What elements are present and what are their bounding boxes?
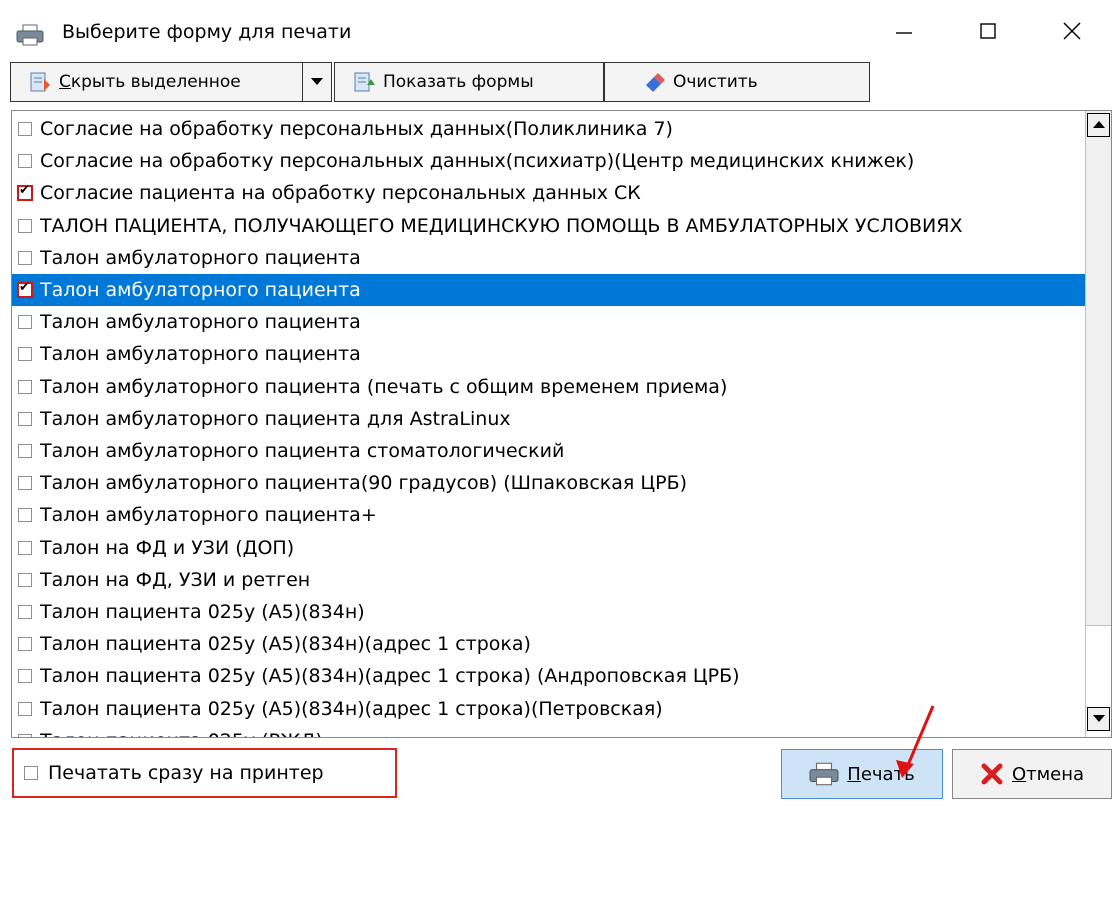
show-forms-button[interactable]: Показать формы xyxy=(334,62,604,102)
minimize-icon xyxy=(896,32,912,34)
form-list-item[interactable]: Талон амбулаторного пациента xyxy=(12,306,1087,338)
form-list-item-label: Талон пациента 025у (А5)(834н)(адрес 1 с… xyxy=(40,633,531,656)
cancel-icon xyxy=(981,763,1003,785)
form-list-item[interactable]: Талон пациента 025у (А5)(834н)(адрес 1 с… xyxy=(12,628,1087,660)
chevron-down-icon xyxy=(311,78,323,85)
form-list-item-label: ТАЛОН ПАЦИЕНТА, ПОЛУЧАЮЩЕГО МЕДИЦИНСКУЮ … xyxy=(40,214,963,237)
checkbox[interactable] xyxy=(18,347,32,362)
eraser-icon xyxy=(646,73,665,92)
form-list-item-label: Талон амбулаторного пациента xyxy=(40,311,361,334)
close-button[interactable] xyxy=(1030,0,1113,62)
form-list-item[interactable]: Талон пациента 025у (А5)(834н) xyxy=(12,596,1087,628)
form-list-item-label: Согласие на обработку персональных данны… xyxy=(40,150,915,173)
form-list-item-label: Талон амбулаторного пациента стоматологи… xyxy=(40,440,565,462)
hide-forms-icon xyxy=(30,72,50,92)
form-list-item-label: Согласие на обработку персональных данны… xyxy=(40,118,673,140)
cancel-button[interactable]: Отмена xyxy=(952,749,1112,799)
checkbox[interactable] xyxy=(18,508,32,523)
checkbox[interactable] xyxy=(18,315,32,330)
form-list-item[interactable]: Талон амбулаторного пациента xyxy=(12,274,1087,306)
checkbox[interactable] xyxy=(18,605,32,619)
checkbox[interactable] xyxy=(18,669,32,684)
clear-label: Очистить xyxy=(673,72,758,92)
clear-button[interactable]: Очистить xyxy=(604,62,870,102)
title-bar: Выберите форму для печати xyxy=(0,0,1113,62)
hide-selected-dropdown[interactable] xyxy=(302,62,332,102)
cancel-label: Отмена xyxy=(1011,763,1085,785)
print-immediately-label: Печатать сразу на принтер xyxy=(48,762,324,784)
maximize-icon xyxy=(980,23,996,39)
form-list-item[interactable]: Талон пациента 025у (А5)(834н)(адрес 1 с… xyxy=(12,660,1087,692)
form-list-item-label: Талон амбулаторного пациента xyxy=(40,246,361,269)
annotation-arrow-icon xyxy=(896,705,935,778)
vertical-scrollbar[interactable] xyxy=(1085,111,1111,737)
forms-list[interactable]: Согласие на обработку персональных данны… xyxy=(11,110,1112,738)
checkbox[interactable] xyxy=(18,701,32,716)
form-list-item[interactable]: Талон амбулаторного пациента (печать с о… xyxy=(12,371,1087,403)
checkbox-checked[interactable] xyxy=(17,280,33,298)
form-list-item-label: Талон пациента 025у (А5)(834н) xyxy=(40,601,365,623)
checkbox[interactable] xyxy=(18,154,32,169)
form-list-item[interactable]: Талон амбулаторного пациента для AstraLi… xyxy=(12,403,1087,435)
form-list-item-label: Талон амбулаторного пациента xyxy=(40,343,361,366)
printer-icon xyxy=(16,24,44,46)
form-list-item[interactable]: Талон амбулаторного пациента xyxy=(12,242,1087,274)
arrow-up-icon xyxy=(1092,121,1105,128)
form-list-item[interactable]: Согласие на обработку персональных данны… xyxy=(12,145,1087,177)
form-list-item-label: Талон на ФД и УЗИ (ДОП) xyxy=(40,536,295,559)
form-list-item-label: Талон пациента 025у (РЖД) xyxy=(40,730,323,737)
form-list-item-label: Талон на ФД, УЗИ и ретген xyxy=(40,568,311,591)
checkbox-checked[interactable] xyxy=(17,183,33,202)
form-list-item-label: Талон амбулаторного пациента+ xyxy=(40,504,377,527)
checkbox[interactable] xyxy=(18,218,32,233)
hide-selected-label: Скрыть выделенное xyxy=(59,72,241,92)
checkbox[interactable] xyxy=(18,379,32,394)
form-list-item[interactable]: Талон амбулаторного пациента xyxy=(12,338,1087,370)
window-title: Выберите форму для печати xyxy=(62,21,352,43)
form-list-item-label: Талон пациента 025у (А5)(834н)(адрес 1 с… xyxy=(40,665,740,688)
form-list-item-label: Талон пациента 025у (А5)(834н)(адрес 1 с… xyxy=(40,697,663,720)
printer-icon xyxy=(809,762,839,786)
form-list-item[interactable]: Талон на ФД и УЗИ (ДОП) xyxy=(12,532,1087,564)
arrow-down-icon xyxy=(1092,715,1105,722)
checkbox[interactable] xyxy=(18,250,32,265)
close-icon xyxy=(1063,22,1081,40)
scroll-up-button[interactable] xyxy=(1087,113,1110,137)
form-list-item[interactable]: Согласие пациента на обработку персональ… xyxy=(12,177,1087,209)
form-list-item-label: Талон амбулаторного пациента(90 градусов… xyxy=(40,472,688,495)
form-list-item[interactable]: Согласие на обработку персональных данны… xyxy=(12,113,1087,145)
scroll-down-button[interactable] xyxy=(1087,707,1110,731)
minimize-button[interactable] xyxy=(862,0,946,62)
form-list-item-label: Талон амбулаторного пациента для AstraLi… xyxy=(40,407,511,430)
checkbox[interactable] xyxy=(18,476,32,491)
show-forms-label: Показать формы xyxy=(383,72,534,92)
maximize-button[interactable] xyxy=(946,0,1030,62)
checkbox[interactable] xyxy=(18,637,32,652)
form-list-item[interactable]: Талон амбулаторного пациента+ xyxy=(12,499,1087,531)
checkbox[interactable] xyxy=(18,572,32,587)
form-list-item[interactable]: Талон амбулаторного пациента стоматологи… xyxy=(12,435,1087,467)
form-list-item[interactable]: Талон на ФД, УЗИ и ретген xyxy=(12,564,1087,596)
hide-selected-button[interactable]: Скрыть выделенное xyxy=(10,62,303,102)
form-list-item-label: Талон амбулаторного пациента xyxy=(40,279,361,301)
form-list-item-label: Талон амбулаторного пациента (печать с о… xyxy=(40,375,728,398)
checkbox[interactable] xyxy=(18,122,32,136)
print-immediately-checkbox[interactable]: Печатать сразу на принтер xyxy=(12,748,397,798)
toolbar: Скрыть выделенное Показать формы Очистит… xyxy=(10,62,870,106)
checkbox[interactable] xyxy=(24,766,38,780)
form-list-item[interactable]: ТАЛОН ПАЦИЕНТА, ПОЛУЧАЮЩЕГО МЕДИЦИНСКУЮ … xyxy=(12,210,1087,242)
form-list-item[interactable]: Талон амбулаторного пациента(90 градусов… xyxy=(12,467,1087,499)
form-list-item-label: Согласие пациента на обработку персональ… xyxy=(40,182,641,205)
checkbox[interactable] xyxy=(18,444,32,458)
checkbox[interactable] xyxy=(18,540,32,555)
checkbox[interactable] xyxy=(18,411,32,426)
show-forms-icon xyxy=(354,72,375,92)
